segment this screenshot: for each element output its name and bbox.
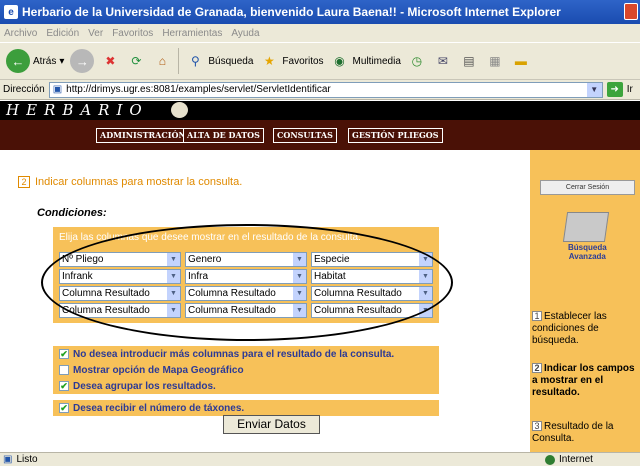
address-label: Dirección (3, 84, 45, 95)
option-row[interactable]: ✔ Desea recibir el número de táxones. (53, 400, 439, 416)
browser-toolbar: ← Atrás ▾ → ✖ ⟳ ⌂ ⚲ Búsqueda ★ Favoritos… (0, 42, 640, 80)
status-text: Listo (16, 454, 38, 465)
submit-button[interactable]: Enviar Datos (223, 415, 320, 434)
media-button[interactable]: ◉ Multimedia (330, 51, 401, 71)
edit-icon[interactable]: ▦ (485, 51, 505, 71)
nav-consultas[interactable]: CONSULTAS (273, 128, 337, 143)
option-row[interactable]: ✔ No desea introducir más columnas para … (53, 346, 439, 362)
media-icon: ◉ (334, 54, 345, 68)
site-nav: ADMINISTRACIÓN ALTA DE DATOS CONSULTAS G… (0, 120, 640, 150)
refresh-icon[interactable]: ⟳ (126, 51, 146, 71)
go-arrow-icon[interactable]: ➜ (606, 82, 623, 97)
window-title: Herbario de la Universidad de Granada, b… (22, 5, 561, 19)
ie-icon: e (4, 5, 18, 19)
address-input[interactable]: ▣ http://drimys.ugr.es:8081/examples/ser… (48, 81, 603, 98)
nav-gestion-pliegos[interactable]: GESTIÓN PLIEGOS (348, 128, 443, 143)
zone-label: Internet (559, 454, 593, 465)
search-button[interactable]: ⚲ Búsqueda (185, 51, 253, 71)
step-number-badge: 2 (18, 176, 30, 188)
folder-icon[interactable]: ▬ (511, 51, 531, 71)
site-header: HERBARIO (0, 101, 640, 120)
home-icon[interactable]: ⌂ (152, 51, 172, 71)
back-button[interactable]: ← Atrás ▾ (6, 49, 64, 73)
close-window-button[interactable] (624, 3, 638, 20)
sidebar-step-current: 2 Indicar los campos a mostrar en el resu… (532, 363, 635, 398)
menu-ver[interactable]: Ver (88, 28, 103, 39)
back-arrow-icon: ← (6, 49, 30, 73)
option-row[interactable]: Mostrar opción de Mapa Geográfico (53, 362, 439, 378)
page-content: HERBARIO ADMINISTRACIÓN ALTA DE DATOS CO… (0, 101, 640, 452)
go-button[interactable]: Ir (627, 84, 633, 95)
section-heading-text: Indicar columnas para mostrar la consult… (35, 176, 243, 188)
forward-button[interactable]: → (70, 49, 95, 73)
favorites-star-icon: ★ (264, 54, 275, 68)
menu-archivo[interactable]: Archivo (4, 28, 37, 39)
nav-administracion[interactable]: ADMINISTRACIÓN (96, 128, 190, 143)
option-label: No desea introducir más columnas para el… (73, 348, 395, 360)
address-url: http://drimys.ugr.es:8081/examples/servl… (66, 84, 331, 95)
option-label: Desea recibir el número de táxones. (73, 402, 245, 414)
menu-ayuda[interactable]: Ayuda (231, 28, 259, 39)
logout-button[interactable]: Cerrar Sesión (540, 180, 635, 195)
section-heading: 2 Indicar columnas para mostrar la consu… (18, 176, 242, 188)
history-icon[interactable]: ◷ (407, 51, 427, 71)
advanced-search-label[interactable]: Búsqueda Avanzada (568, 243, 607, 261)
university-logo-icon (171, 102, 188, 118)
page-status-icon: ▣ (3, 454, 13, 465)
checkbox-checked[interactable]: ✔ (59, 403, 69, 413)
sidebar-panel: Cerrar Sesión Búsqueda Avanzada 1 Estable… (530, 150, 640, 452)
page-icon: ▣ (52, 84, 63, 95)
sidebar-step: 1 Establecer las condiciones de búsqueda. (532, 311, 607, 346)
advanced-search-icon[interactable] (562, 212, 610, 242)
globe-icon (545, 454, 555, 465)
stop-icon[interactable]: ✖ (100, 51, 120, 71)
menu-favoritos[interactable]: Favoritos (112, 28, 153, 39)
mail-icon[interactable]: ✉ (433, 51, 453, 71)
menu-bar: Archivo Edición Ver Favoritos Herramient… (0, 24, 640, 42)
window-titlebar: e Herbario de la Universidad de Granada,… (0, 0, 640, 24)
favorites-button[interactable]: ★ Favoritos (259, 51, 324, 71)
menu-herramientas[interactable]: Herramientas (162, 28, 222, 39)
highlight-ellipse (41, 224, 453, 341)
search-icon: ⚲ (190, 54, 200, 68)
site-title: HERBARIO (6, 101, 149, 119)
nav-alta-de-datos[interactable]: ALTA DE DATOS (183, 128, 264, 143)
conditions-label: Condiciones: (37, 207, 107, 219)
print-icon[interactable]: ▤ (459, 51, 479, 71)
sidebar-step: 3 Resultado de la Consulta. (532, 421, 614, 444)
checkbox-checked[interactable]: ✔ (59, 349, 69, 359)
address-dropdown-icon[interactable]: ▼ (586, 82, 602, 97)
checkbox-unchecked[interactable] (59, 365, 69, 375)
option-row[interactable]: ✔ Desea agrupar los resultados. (53, 378, 439, 394)
option-label: Mostrar opción de Mapa Geográfico (73, 364, 244, 376)
option-label: Desea agrupar los resultados. (73, 380, 216, 392)
toolbar-separator (178, 48, 180, 74)
zone-indicator: Internet (545, 454, 593, 465)
menu-edicion[interactable]: Edición (46, 28, 79, 39)
checkbox-checked[interactable]: ✔ (59, 381, 69, 391)
status-bar: ▣ Listo Internet (0, 452, 640, 466)
address-bar: Dirección ▣ http://drimys.ugr.es:8081/ex… (0, 80, 640, 100)
